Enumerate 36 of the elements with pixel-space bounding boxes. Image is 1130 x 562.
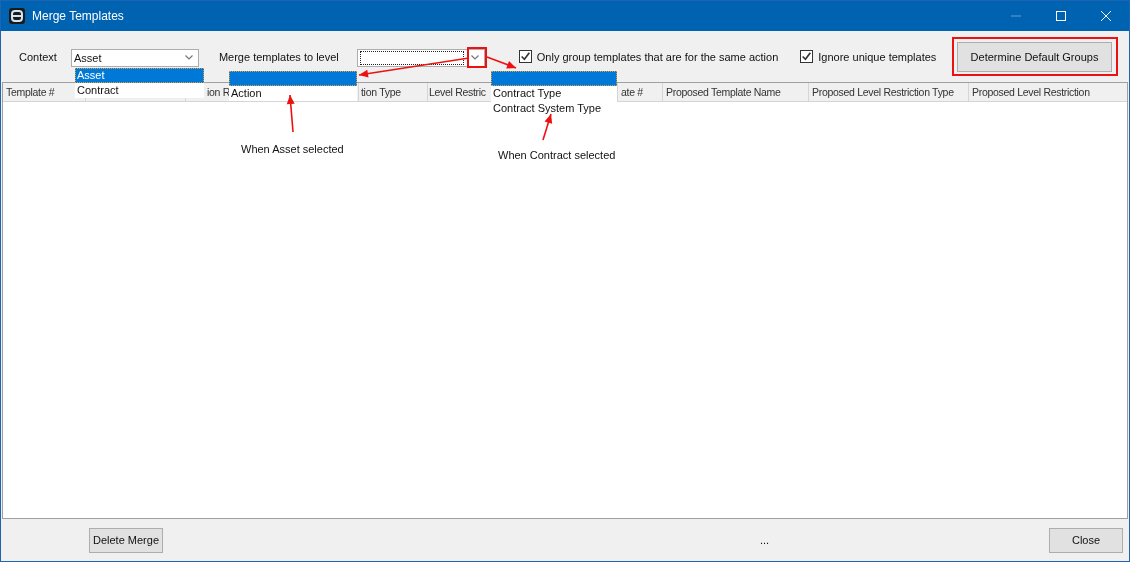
dropdown-option[interactable]: Contract: [75, 83, 204, 98]
highlight-frame: [467, 47, 487, 68]
context-dropdown[interactable]: Asset: [70, 48, 199, 67]
checkbox[interactable]: [518, 50, 532, 63]
column-header[interactable]: Proposed Level Restriction Type: [812, 86, 954, 98]
annotation-text: When Contract selected: [498, 149, 616, 161]
close-icon[interactable]: [1101, 11, 1111, 21]
annotation-text: When Asset selected: [241, 143, 344, 155]
column-header[interactable]: Proposed Template Name: [666, 86, 781, 98]
maximize-icon[interactable]: [1056, 11, 1066, 21]
level-label: Merge templates to level: [218, 50, 339, 63]
dropdown-option[interactable]: Action: [229, 86, 357, 101]
checkbox[interactable]: [800, 50, 814, 63]
arrow: [542, 113, 553, 141]
dropdown-option[interactable]: Contract Type: [491, 86, 617, 101]
dropdown-option[interactable]: Contract System Type: [491, 101, 617, 116]
close-button[interactable]: Close: [1049, 527, 1123, 553]
arrow: [286, 94, 295, 133]
chevron-down-icon: [470, 55, 479, 60]
determine-groups-button[interactable]: Determine Default Groups: [957, 41, 1112, 72]
column-header[interactable]: tion Type: [361, 86, 401, 98]
level-dropdown[interactable]: [356, 48, 485, 67]
checkbox-label: Only group templates that are for the same action: [536, 50, 779, 63]
status-text: ...: [760, 534, 770, 546]
chevron-down-icon: [184, 55, 193, 60]
column-header[interactable]: Level Restric: [429, 86, 486, 98]
column-header[interactable]: ate #: [621, 86, 643, 98]
checkbox-label: Ignore unique templates: [818, 50, 937, 63]
app-logo-icon: [9, 8, 25, 24]
delete-merge-button[interactable]: Delete Merge: [89, 527, 163, 553]
window-title: Merge Templates: [32, 9, 124, 23]
dropdown-option[interactable]: Asset: [75, 68, 204, 83]
column-header[interactable]: Template #: [6, 86, 55, 98]
column-header[interactable]: Proposed Level Restriction: [972, 86, 1090, 98]
arrow: [486, 56, 517, 69]
context-label: Context: [19, 50, 57, 63]
